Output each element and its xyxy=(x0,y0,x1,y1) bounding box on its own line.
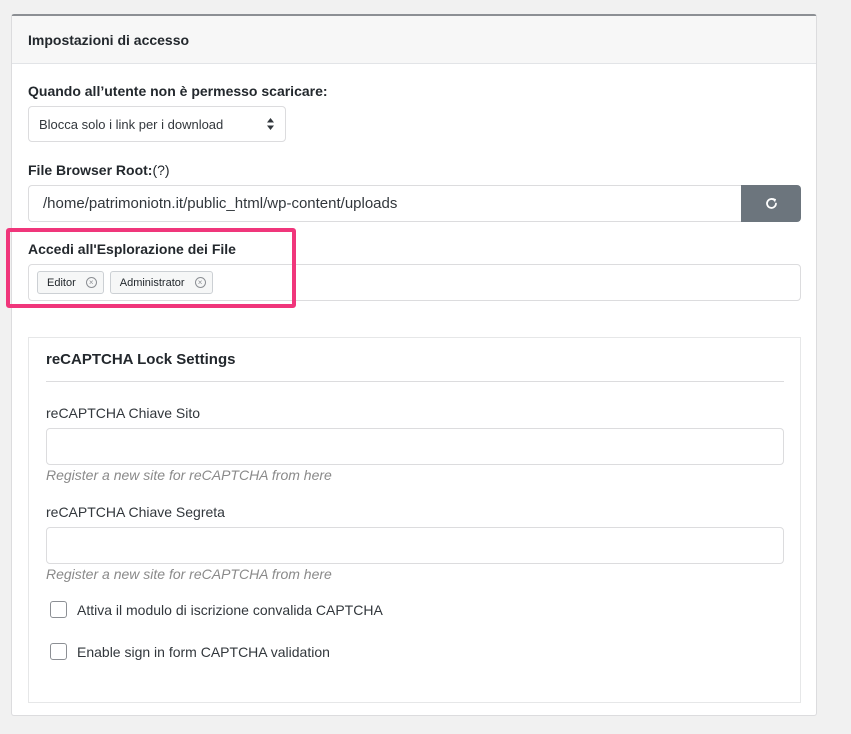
secret-key-input[interactable] xyxy=(46,527,784,564)
signup-captcha-checkbox[interactable] xyxy=(50,601,67,618)
signup-captcha-option: Attiva il modulo di iscrizione convalida… xyxy=(50,601,383,618)
signin-captcha-label[interactable]: Enable sign in form CAPTCHA validation xyxy=(77,644,330,660)
secret-key-label: reCAPTCHA Chiave Segreta xyxy=(46,504,225,520)
site-key-input[interactable] xyxy=(46,428,784,465)
download-block-select[interactable]: Blocca solo i link per i download xyxy=(28,106,286,142)
panel-title: Impostazioni di accesso xyxy=(12,16,816,64)
file-browser-root-row: /home/patrimoniotn.it/public_html/wp-con… xyxy=(28,185,801,222)
file-browser-root-input[interactable]: /home/patrimoniotn.it/public_html/wp-con… xyxy=(28,185,741,222)
download-block-label: Quando all’utente non è permesso scarica… xyxy=(28,83,328,99)
site-key-label: reCAPTCHA Chiave Sito xyxy=(46,405,201,421)
site-key-help-link[interactable]: Register a new site for reCAPTCHA from h… xyxy=(46,467,332,483)
access-settings-panel: Impostazioni di accesso Quando all’utent… xyxy=(6,14,817,716)
refresh-button[interactable] xyxy=(741,185,801,222)
secret-key-help-link[interactable]: Register a new site for reCAPTCHA from h… xyxy=(46,566,332,582)
help-marker[interactable]: (?) xyxy=(152,162,169,178)
select-arrows-icon xyxy=(266,117,275,131)
signin-captcha-option: Enable sign in form CAPTCHA validation xyxy=(50,643,330,660)
recaptcha-settings-section: reCAPTCHA Lock Settings reCAPTCHA Chiave… xyxy=(28,337,801,703)
recaptcha-title: reCAPTCHA Lock Settings xyxy=(46,351,236,368)
highlight-annotation-box xyxy=(6,228,296,308)
refresh-icon xyxy=(765,197,777,209)
download-block-selected-value: Blocca solo i link per i download xyxy=(39,116,224,132)
signup-captcha-label[interactable]: Attiva il modulo di iscrizione convalida… xyxy=(77,602,383,618)
file-browser-root-label: File Browser Root:(?) xyxy=(28,162,170,178)
signin-captcha-checkbox[interactable] xyxy=(50,643,67,660)
divider xyxy=(46,381,784,382)
